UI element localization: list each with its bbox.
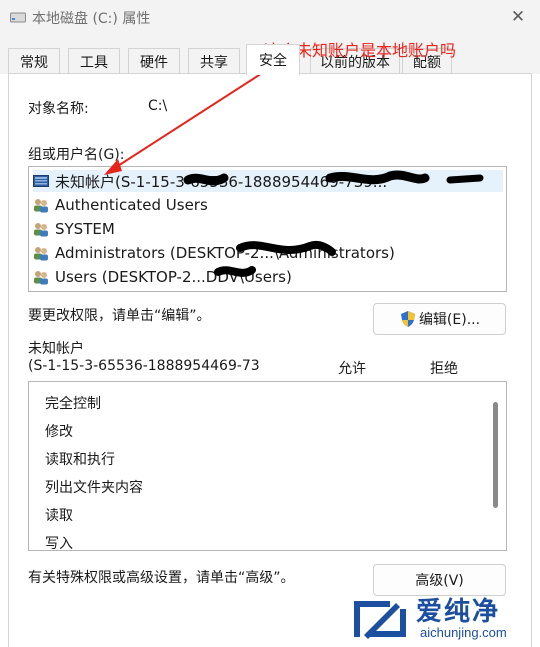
deny-column-header: 拒绝 (430, 361, 458, 377)
permission-row: 写入 (45, 536, 73, 551)
permission-row: 读取 (45, 508, 73, 524)
redaction-scribble (183, 170, 484, 277)
change-permissions-hint: 要更改权限，请单击“编辑”。 (28, 308, 211, 324)
title-bar: 本地磁盘 (C:) 属性 ✕ (0, 0, 540, 34)
permissions-for-label: 未知帐户 (28, 341, 84, 357)
permission-row: 列出文件夹内容 (45, 480, 143, 496)
close-icon: ✕ (510, 7, 526, 27)
drive-icon (10, 12, 26, 23)
close-button[interactable]: ✕ (496, 0, 540, 34)
advanced-button-label: 高级(V) (415, 573, 464, 589)
allow-column-header: 允许 (338, 361, 366, 377)
users-group-icon (34, 271, 48, 285)
window-title: 本地磁盘 (C:) 属性 (32, 11, 151, 27)
users-group-icon (34, 247, 48, 261)
users-group-icon (34, 223, 48, 237)
permissions-scrollbar[interactable] (493, 402, 498, 508)
advanced-hint: 有关特殊权限或高级设置，请单击“高级”。 (28, 570, 295, 586)
list-item-label: SYSTEM (55, 220, 115, 238)
permission-row: 读取和执行 (45, 452, 115, 468)
permission-row: 完全控制 (45, 396, 101, 412)
permissions-for-sid: (S-1-15-3-65536-1888954469-73 (28, 358, 260, 374)
permissions-listbox[interactable]: 完全控制 修改 读取和执行 列出文件夹内容 读取 写入 (28, 381, 507, 551)
object-name-label: 对象名称: (28, 101, 89, 117)
tab-general[interactable]: 常规 (8, 48, 60, 74)
permission-row: 修改 (45, 424, 73, 440)
watermark-brand: 爱纯净 (416, 597, 501, 627)
watermark-url: aichunjing.com (420, 625, 507, 640)
unknown-account-icon (33, 175, 49, 187)
shield-icon (400, 311, 415, 327)
edit-button-label: 编辑(E)... (418, 312, 481, 328)
tab-security[interactable]: 安全 (246, 44, 300, 75)
brand-logo-icon (354, 601, 406, 639)
users-group-icon (34, 199, 48, 213)
watermark: 爱纯净 aichunjing.com (350, 593, 540, 647)
edit-button[interactable]: 编辑(E)... (373, 303, 506, 335)
